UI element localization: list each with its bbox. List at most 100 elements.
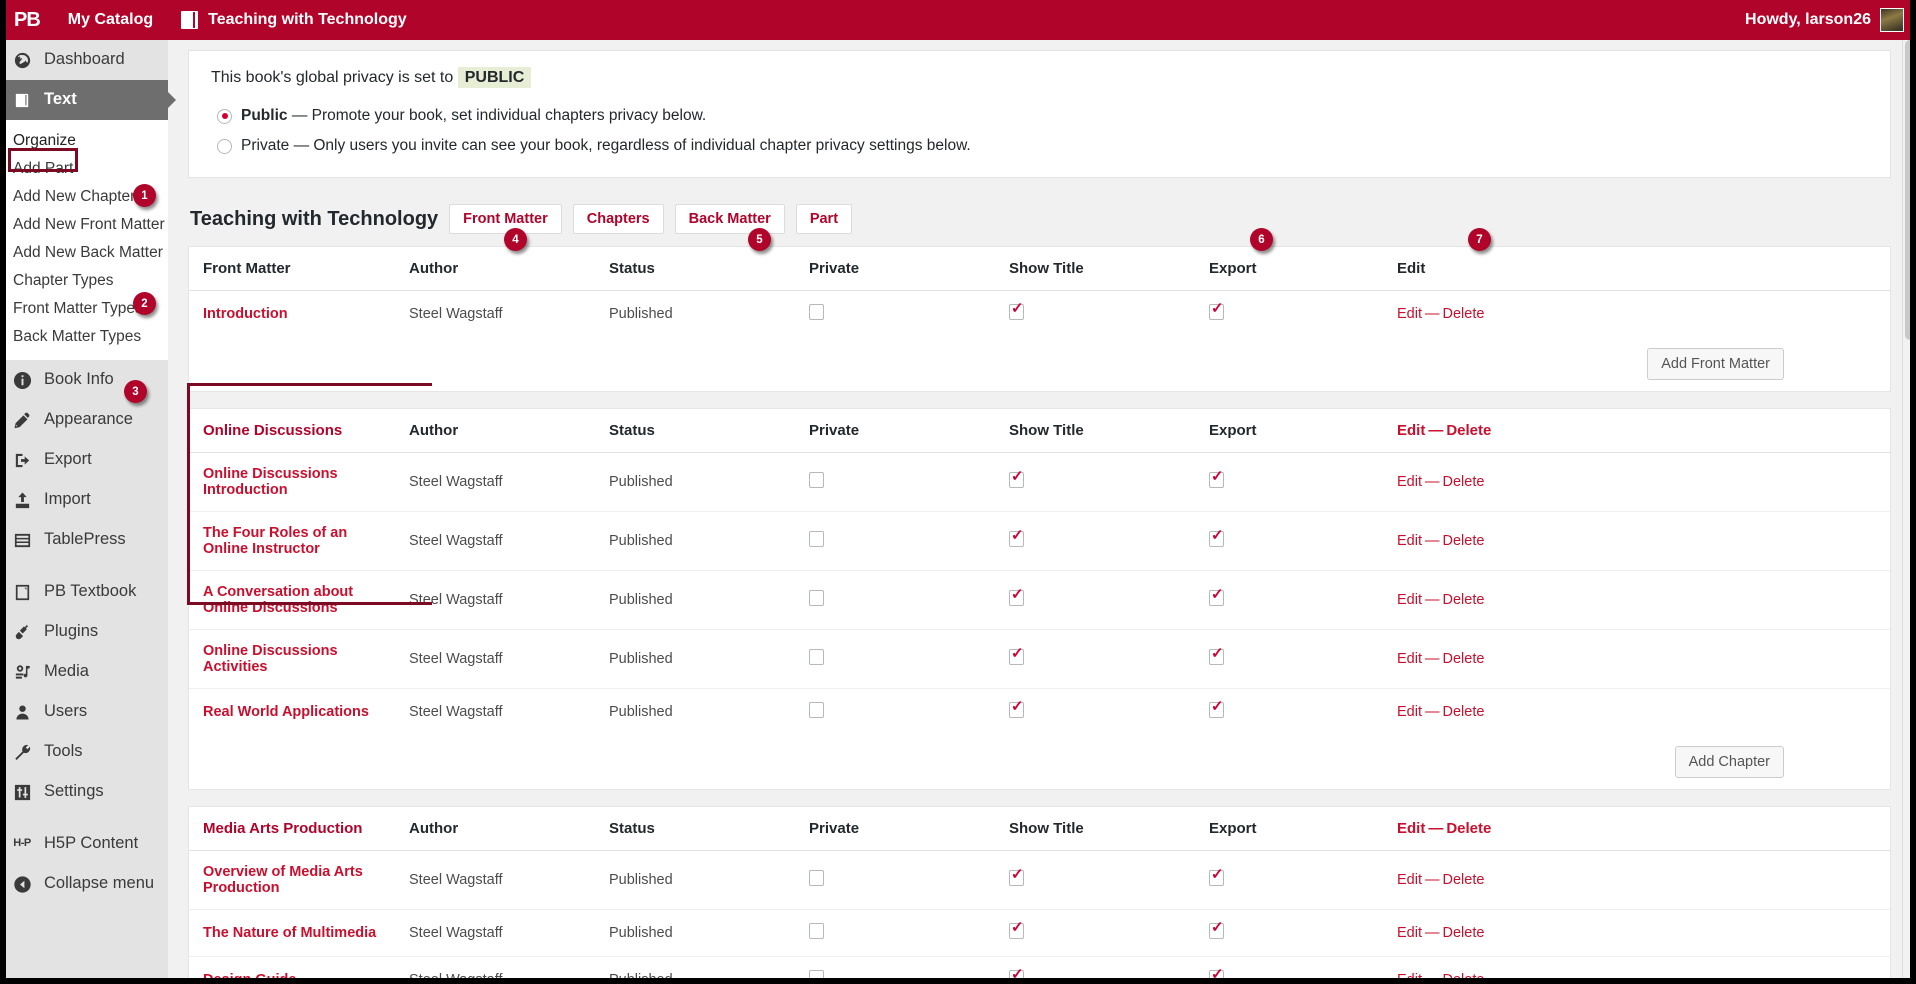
sidebar-item-pb-textbook[interactable]: PB Textbook bbox=[0, 572, 168, 612]
current-book-link[interactable]: Teaching with Technology bbox=[167, 0, 421, 40]
row-delete-link[interactable]: Delete bbox=[1443, 474, 1485, 490]
sidebar-item-tools[interactable]: Tools bbox=[0, 732, 168, 772]
show-title-checkbox[interactable] bbox=[1009, 301, 1024, 320]
sidebar-item-users[interactable]: Users bbox=[0, 692, 168, 732]
sidebar-item-add-new-front-matter[interactable]: Add New Front Matter bbox=[0, 211, 168, 239]
sidebar-item-organize[interactable]: Organize bbox=[0, 127, 168, 155]
radio-private[interactable] bbox=[217, 138, 232, 154]
chapter-title-link[interactable]: The Four Roles of an Online Instructor bbox=[203, 525, 347, 557]
main-content: This book's global privacy is set to PUB… bbox=[168, 40, 1916, 984]
table-row: Online Discussions Activities Steel Wagst… bbox=[189, 629, 1890, 689]
sidebar-item-collapse-menu[interactable]: Collapse menu bbox=[0, 864, 168, 904]
private-cell bbox=[799, 291, 999, 338]
sidebar-item-h5p-content[interactable]: H-P H5P Content bbox=[0, 824, 168, 864]
export-checkbox[interactable] bbox=[1209, 469, 1224, 488]
export-checkbox[interactable] bbox=[1209, 646, 1224, 665]
row-delete-link[interactable]: Delete bbox=[1443, 925, 1485, 941]
sidebar-item-export[interactable]: Export bbox=[0, 440, 168, 480]
row-delete-link[interactable]: Delete bbox=[1443, 306, 1485, 322]
sidebar-item-label: Book Info bbox=[44, 370, 114, 389]
privacy-option-public[interactable]: Public — Promote your book, set individu… bbox=[217, 107, 1868, 125]
chapter-title-link[interactable]: A Conversation about Online Discussions bbox=[203, 584, 353, 616]
section-delete-link[interactable]: Delete bbox=[1446, 820, 1491, 837]
show-title-checkbox[interactable] bbox=[1009, 587, 1024, 606]
row-delete-link[interactable]: Delete bbox=[1443, 592, 1485, 608]
row-edit-link[interactable]: Edit bbox=[1397, 872, 1422, 888]
export-checkbox[interactable] bbox=[1209, 920, 1224, 939]
row-delete-link[interactable]: Delete bbox=[1443, 704, 1485, 720]
show-title-checkbox[interactable] bbox=[1009, 920, 1024, 939]
show-title-checkbox[interactable] bbox=[1009, 699, 1024, 718]
my-catalog-link[interactable]: My Catalog bbox=[54, 0, 167, 40]
pressbooks-logo[interactable]: PB bbox=[0, 10, 54, 30]
export-checkbox[interactable] bbox=[1209, 301, 1224, 320]
sidebar-item-tablepress[interactable]: TablePress bbox=[0, 520, 168, 560]
private-checkbox[interactable] bbox=[809, 304, 824, 320]
sidebar-item-chapter-types[interactable]: Chapter Types bbox=[0, 267, 168, 295]
show-title-checkbox[interactable] bbox=[1009, 646, 1024, 665]
radio-public[interactable] bbox=[217, 108, 232, 124]
plug-icon bbox=[11, 622, 33, 642]
sidebar-item-add-part[interactable]: Add Part bbox=[0, 155, 168, 183]
chapter-title-link[interactable]: Online Discussions Activities bbox=[203, 643, 338, 675]
row-author-cell: Steel Wagstaff bbox=[399, 452, 599, 512]
row-edit-link[interactable]: Edit bbox=[1397, 533, 1422, 549]
row-edit-link[interactable]: Edit bbox=[1397, 306, 1422, 322]
column-header-show-title: Show Title bbox=[999, 247, 1199, 291]
add-part-tab-button[interactable]: Part bbox=[795, 204, 853, 234]
row-edit-link[interactable]: Edit bbox=[1397, 925, 1422, 941]
account-menu[interactable]: Howdy, larson26 bbox=[1745, 8, 1916, 32]
row-delete-link[interactable]: Delete bbox=[1443, 533, 1485, 549]
h5p-icon: H-P bbox=[13, 837, 31, 850]
row-edit-link[interactable]: Edit bbox=[1397, 704, 1422, 720]
add-front-matter-tab-button[interactable]: Front Matter bbox=[449, 204, 562, 234]
sidebar-item-dashboard[interactable]: Dashboard bbox=[0, 40, 168, 80]
separator-dash: — bbox=[1425, 872, 1440, 888]
add-chapters-tab-button[interactable]: Chapters bbox=[572, 204, 664, 234]
table-row: Overview of Media Arts Production Steel W… bbox=[189, 850, 1890, 910]
private-checkbox[interactable] bbox=[809, 870, 824, 886]
section-edit-link[interactable]: Edit bbox=[1397, 422, 1425, 439]
private-checkbox[interactable] bbox=[809, 923, 824, 939]
chapter-title-link[interactable]: Overview of Media Arts Production bbox=[203, 864, 363, 896]
sidebar-item-text[interactable]: Text bbox=[0, 80, 176, 120]
private-checkbox[interactable] bbox=[809, 702, 824, 718]
show-title-checkbox[interactable] bbox=[1009, 867, 1024, 886]
info-icon bbox=[11, 370, 33, 390]
section-edit-link[interactable]: Edit bbox=[1397, 820, 1425, 837]
sidebar-item-media[interactable]: Media bbox=[0, 652, 168, 692]
sidebar-item-appearance[interactable]: Appearance bbox=[0, 400, 168, 440]
private-checkbox[interactable] bbox=[809, 590, 824, 606]
chapter-title-link[interactable]: Introduction bbox=[203, 306, 288, 322]
sidebar-item-back-matter-types[interactable]: Back Matter Types bbox=[0, 323, 168, 351]
sidebar-item-add-new-back-matter[interactable]: Add New Back Matter bbox=[0, 239, 168, 267]
add-back-matter-tab-button[interactable]: Back Matter bbox=[674, 204, 785, 234]
export-checkbox[interactable] bbox=[1209, 528, 1224, 547]
export-checkbox[interactable] bbox=[1209, 699, 1224, 718]
add-chapter-button[interactable]: Add Chapter bbox=[1674, 746, 1784, 778]
chapter-title-link[interactable]: The Nature of Multimedia bbox=[203, 925, 376, 941]
show-title-checkbox[interactable] bbox=[1009, 528, 1024, 547]
row-edit-link[interactable]: Edit bbox=[1397, 592, 1422, 608]
sidebar-item-settings[interactable]: Settings bbox=[0, 772, 168, 812]
export-checkbox[interactable] bbox=[1209, 867, 1224, 886]
row-delete-link[interactable]: Delete bbox=[1443, 872, 1485, 888]
private-checkbox[interactable] bbox=[809, 649, 824, 665]
column-header-show-title: Show Title bbox=[999, 807, 1199, 851]
private-checkbox[interactable] bbox=[809, 472, 824, 488]
add-front-matter-button[interactable]: Add Front Matter bbox=[1647, 348, 1784, 380]
show-title-checkbox[interactable] bbox=[1009, 469, 1024, 488]
annotation-badge-6: 6 bbox=[1250, 228, 1273, 251]
sidebar-item-plugins[interactable]: Plugins bbox=[0, 612, 168, 652]
chapter-title-link[interactable]: Online Discussions Introduction bbox=[203, 466, 338, 498]
export-checkbox[interactable] bbox=[1209, 587, 1224, 606]
chapter-title-link[interactable]: Real World Applications bbox=[203, 704, 369, 720]
row-edit-link[interactable]: Edit bbox=[1397, 474, 1422, 490]
section-delete-link[interactable]: Delete bbox=[1446, 422, 1491, 439]
private-checkbox[interactable] bbox=[809, 531, 824, 547]
sidebar-item-import[interactable]: Import bbox=[0, 480, 168, 520]
separator-dash: — bbox=[1425, 925, 1440, 941]
row-delete-link[interactable]: Delete bbox=[1443, 651, 1485, 667]
privacy-option-private[interactable]: Private — Only users you invite can see … bbox=[217, 137, 1868, 155]
row-edit-link[interactable]: Edit bbox=[1397, 651, 1422, 667]
